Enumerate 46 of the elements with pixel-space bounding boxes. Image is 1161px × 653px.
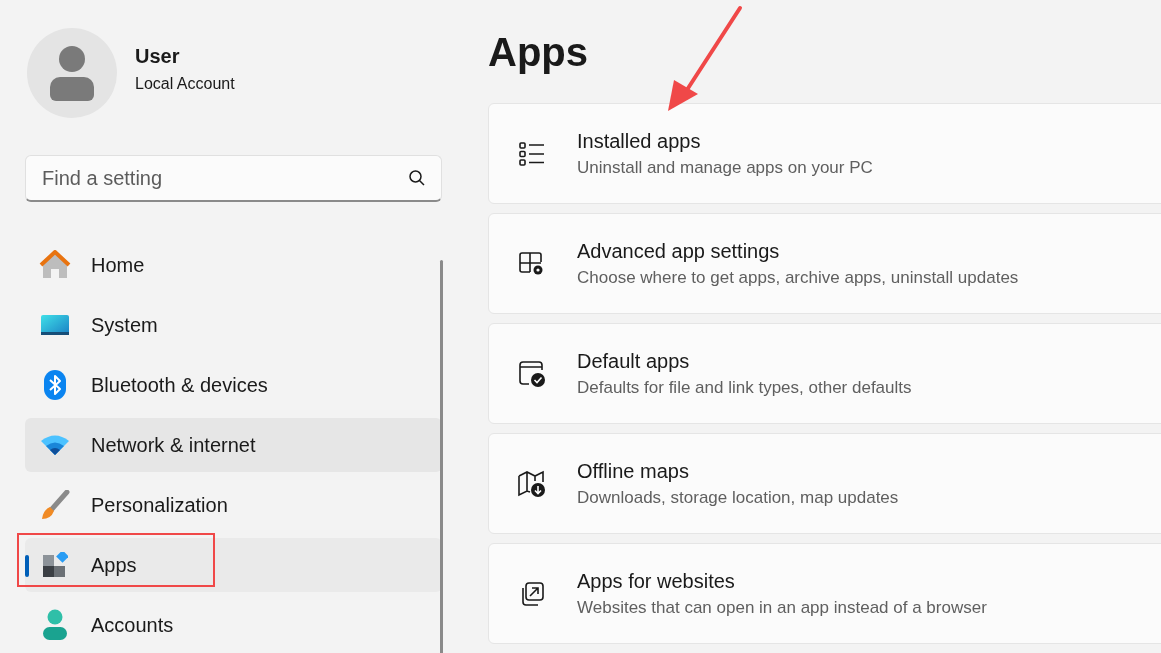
settings-card[interactable]: Advanced app settings Choose where to get apps, archive apps, uninstall updates — [488, 213, 1161, 314]
account-name: User — [135, 45, 181, 68]
search-field[interactable]: Find a setting — [25, 155, 442, 202]
sidebar-label: Home — [91, 253, 145, 277]
sidebar-label: Apps — [91, 553, 137, 577]
card-title: Default apps — [577, 349, 691, 373]
list-icon — [518, 140, 546, 167]
sidebar-item[interactable]: Bluetooth & devices — [25, 358, 442, 412]
account-type: Local Account — [135, 75, 235, 93]
search-icon — [408, 169, 426, 187]
scrollbar[interactable] — [440, 260, 443, 653]
settings-card[interactable]: Offline maps Downloads, storage location, map updates — [488, 433, 1161, 534]
sidebar-item[interactable]: Apps — [25, 538, 442, 592]
sidebar-item[interactable]: Home — [25, 238, 442, 292]
sidebar-label: Personalization — [91, 493, 228, 517]
sidebar-item[interactable]: Personalization — [25, 478, 442, 532]
window-check-icon — [518, 359, 546, 388]
card-title: Offline maps — [577, 459, 690, 483]
card-title: Apps for websites — [577, 569, 736, 593]
bluetooth-icon — [43, 369, 67, 401]
settings-card[interactable]: Installed apps Uninstall and manage apps on your PC — [488, 103, 1161, 204]
card-title: Installed apps — [577, 129, 702, 153]
sidebar-item[interactable]: System — [25, 298, 442, 352]
card-title: Advanced app settings — [577, 239, 781, 263]
map-download-icon — [517, 469, 547, 498]
settings-card[interactable]: Apps for websites Websites that can open in an app instead of a browser — [488, 543, 1161, 644]
paintbrush-icon — [40, 490, 70, 520]
settings-card[interactable]: Default apps Defaults for file and link types, other defaults — [488, 323, 1161, 424]
sidebar-item[interactable]: Network & internet — [25, 418, 442, 472]
card-description: Websites that can open in an app instead of a browser — [577, 597, 987, 618]
card-description: Choose where to get apps, archive apps, uninstall updates — [577, 267, 1019, 288]
card-description: Downloads, storage location, map updates — [577, 487, 899, 508]
house-icon — [39, 250, 71, 280]
person-silhouette-icon — [48, 45, 96, 101]
sidebar-label: Network & internet — [91, 433, 256, 457]
monitor-icon — [40, 313, 70, 337]
sidebar-label: System — [91, 313, 158, 337]
card-description: Uninstall and manage apps on your PC — [577, 157, 873, 178]
sidebar-label: Accounts — [91, 613, 174, 637]
person-icon — [42, 609, 68, 641]
apps-tiles-icon — [42, 552, 68, 578]
card-description: Defaults for file and link types, other defaults — [577, 377, 912, 398]
wifi-icon — [40, 434, 70, 456]
sidebar-label: Bluetooth & devices — [91, 373, 268, 397]
sidebar-item[interactable]: Accounts — [25, 598, 442, 652]
page-title: Apps — [488, 30, 589, 75]
